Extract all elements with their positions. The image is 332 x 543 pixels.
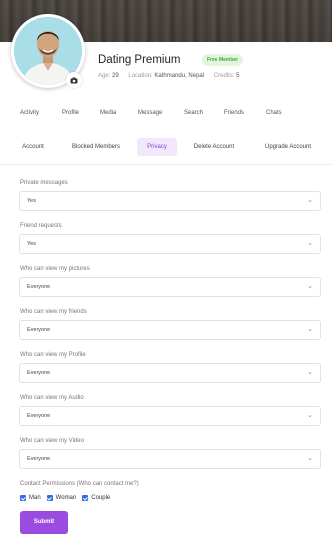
chevron-down-icon: ⌄ bbox=[307, 326, 313, 333]
checkbox-label: Man bbox=[29, 495, 41, 501]
chevron-down-icon: ⌄ bbox=[307, 369, 313, 376]
friend-requests-select[interactable]: Yes ⌄ bbox=[19, 234, 321, 254]
checkbox-label: Woman bbox=[55, 495, 77, 501]
age-value: 29 bbox=[112, 73, 119, 79]
audio-privacy-value: Everyone bbox=[27, 413, 51, 419]
checkbox-checked-icon bbox=[20, 495, 26, 501]
video-privacy-select[interactable]: Everyone ⌄ bbox=[19, 449, 321, 469]
video-privacy-label: Who can view my Video bbox=[20, 438, 84, 444]
friends-privacy-label: Who can view my friends bbox=[20, 309, 87, 315]
pictures-privacy-label: Who can view my pictures bbox=[20, 266, 90, 272]
profile-name: Dating Premium bbox=[98, 54, 181, 66]
friend-requests-label: Friend requests bbox=[20, 223, 62, 229]
settings-tabs: Account Blocked Members Privacy Delete A… bbox=[0, 138, 332, 156]
profile-privacy-select[interactable]: Everyone ⌄ bbox=[19, 363, 321, 383]
change-photo-button[interactable] bbox=[66, 72, 82, 88]
tab-privacy[interactable]: Privacy bbox=[137, 138, 177, 156]
pictures-privacy-select[interactable]: Everyone ⌄ bbox=[19, 277, 321, 297]
camera-icon bbox=[70, 77, 78, 83]
checkbox-man[interactable]: Man bbox=[20, 495, 41, 501]
age-label: Age: bbox=[98, 73, 111, 79]
private-messages-select[interactable]: Yes ⌄ bbox=[19, 191, 321, 211]
tab-delete-account[interactable]: Delete Account bbox=[184, 138, 244, 156]
tab-blocked-members[interactable]: Blocked Members bbox=[62, 138, 130, 156]
tab-media[interactable]: Media bbox=[100, 110, 116, 116]
chevron-down-icon: ⌄ bbox=[307, 283, 313, 290]
profile-privacy-value: Everyone bbox=[27, 370, 51, 376]
checkbox-checked-icon bbox=[46, 495, 53, 501]
profile-privacy-label: Who can view my Profile bbox=[20, 352, 86, 358]
main-tabs: Activity Profile Media Message Search Fr… bbox=[0, 110, 332, 122]
tab-search[interactable]: Search bbox=[184, 110, 203, 116]
checkbox-label: Couple bbox=[91, 495, 111, 501]
chevron-down-icon: ⌄ bbox=[307, 197, 313, 204]
video-privacy-value: Everyone bbox=[27, 456, 51, 462]
profile-meta: Age: 29 Location: Kathmandu, Nepal Credi… bbox=[98, 73, 247, 79]
divider bbox=[0, 164, 332, 165]
tab-chats[interactable]: Chats bbox=[266, 110, 282, 116]
tab-message[interactable]: Message bbox=[138, 110, 162, 116]
location-value: Kathmandu, Nepal bbox=[154, 73, 205, 79]
private-messages-value: Yes bbox=[27, 198, 36, 204]
credits-label: Credits: bbox=[213, 73, 235, 79]
tab-profile[interactable]: Profile bbox=[62, 110, 79, 116]
chevron-down-icon: ⌄ bbox=[307, 240, 313, 247]
tab-friends[interactable]: Friends bbox=[224, 110, 244, 116]
chevron-down-icon: ⌄ bbox=[307, 412, 313, 419]
checkbox-couple[interactable]: Couple bbox=[82, 495, 110, 501]
friends-privacy-value: Everyone bbox=[27, 327, 51, 333]
private-messages-label: Private messages bbox=[20, 180, 68, 186]
tab-activity[interactable]: Activity bbox=[20, 110, 39, 116]
tab-account[interactable]: Account bbox=[14, 138, 52, 156]
contact-permissions-label: Contact Permissions (Who can contact me?… bbox=[20, 481, 139, 487]
location-label: Location: bbox=[128, 73, 153, 79]
checkbox-woman[interactable]: Woman bbox=[46, 495, 77, 501]
tab-upgrade-account[interactable]: Upgrade Account bbox=[254, 138, 322, 156]
audio-privacy-select[interactable]: Everyone ⌄ bbox=[19, 406, 321, 426]
friend-requests-value: Yes bbox=[27, 241, 36, 247]
submit-button[interactable]: Submit bbox=[20, 511, 68, 534]
checkbox-checked-icon bbox=[82, 495, 89, 501]
chevron-down-icon: ⌄ bbox=[307, 455, 313, 462]
membership-badge: Free Member bbox=[202, 54, 244, 66]
audio-privacy-label: Who can view my Audio bbox=[20, 395, 84, 401]
friends-privacy-select[interactable]: Everyone ⌄ bbox=[19, 320, 321, 340]
pictures-privacy-value: Everyone bbox=[27, 284, 51, 290]
credits-value: 5 bbox=[236, 73, 240, 79]
contact-permissions-group: Man Woman Couple bbox=[20, 493, 116, 503]
